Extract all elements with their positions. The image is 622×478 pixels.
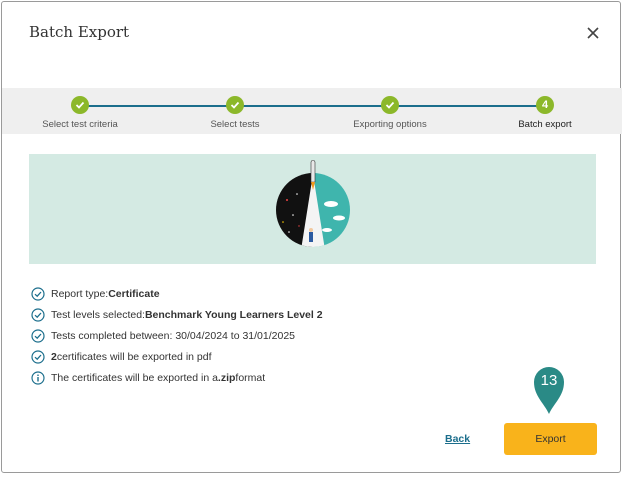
summary-value: Benchmark Young Learners Level 2 bbox=[144, 308, 323, 321]
step-label: Exporting options bbox=[353, 119, 427, 130]
export-button[interactable]: Export bbox=[504, 423, 597, 455]
summary-label: Test levels selected: bbox=[51, 308, 145, 321]
summary-text: certificates will be exported in pdf bbox=[56, 350, 212, 363]
step-batch-export: 4 Batch export bbox=[480, 96, 610, 130]
check-circle-icon bbox=[31, 328, 45, 343]
export-summary: Report type: Certificate Test levels sel… bbox=[31, 283, 323, 388]
summary-count: 2 certificates will be exported in pdf bbox=[31, 346, 323, 367]
stepper-line bbox=[80, 105, 546, 107]
summary-format: The certificates will be exported in a .… bbox=[31, 367, 323, 388]
step-label: Select test criteria bbox=[42, 119, 118, 130]
summary-value: Certificate bbox=[108, 287, 160, 300]
check-icon bbox=[226, 96, 244, 114]
step-number: 4 bbox=[536, 96, 554, 114]
step-select-test-criteria: Select test criteria bbox=[15, 96, 145, 130]
check-icon bbox=[381, 96, 399, 114]
map-pin-icon bbox=[534, 367, 564, 414]
step-exporting-options: Exporting options bbox=[325, 96, 455, 130]
close-button[interactable] bbox=[582, 22, 604, 44]
check-circle-icon bbox=[31, 349, 45, 364]
summary-text: The certificates will be exported in a bbox=[51, 371, 218, 384]
step-label: Select tests bbox=[210, 119, 260, 130]
check-icon bbox=[71, 96, 89, 114]
step-select-tests: Select tests bbox=[170, 96, 300, 130]
dialog-title: Batch Export bbox=[29, 23, 130, 41]
step-label: Batch export bbox=[518, 119, 572, 130]
stepper: Select test criteria Select tests Export… bbox=[2, 88, 622, 134]
summary-text: Tests completed between: 30/04/2024 to 3… bbox=[51, 329, 296, 342]
check-circle-icon bbox=[31, 286, 45, 301]
summary-report-type: Report type: Certificate bbox=[31, 283, 323, 304]
rocket-launch-illustration bbox=[276, 160, 350, 247]
marker-number: 13 bbox=[540, 372, 558, 389]
back-link[interactable]: Back bbox=[445, 433, 470, 445]
summary-label: Report type: bbox=[51, 287, 109, 300]
summary-text: format bbox=[235, 371, 266, 384]
batch-export-dialog: Batch Export Select test criteria Select… bbox=[1, 1, 622, 473]
summary-test-levels: Test levels selected: Benchmark Young Le… bbox=[31, 304, 323, 325]
close-icon bbox=[587, 27, 599, 39]
info-icon bbox=[31, 370, 45, 385]
check-circle-icon bbox=[31, 307, 45, 322]
summary-value: .zip bbox=[217, 371, 236, 384]
illustration-banner bbox=[29, 154, 596, 264]
summary-date-range: Tests completed between: 30/04/2024 to 3… bbox=[31, 325, 323, 346]
step-marker-pin: 13 bbox=[531, 363, 567, 415]
